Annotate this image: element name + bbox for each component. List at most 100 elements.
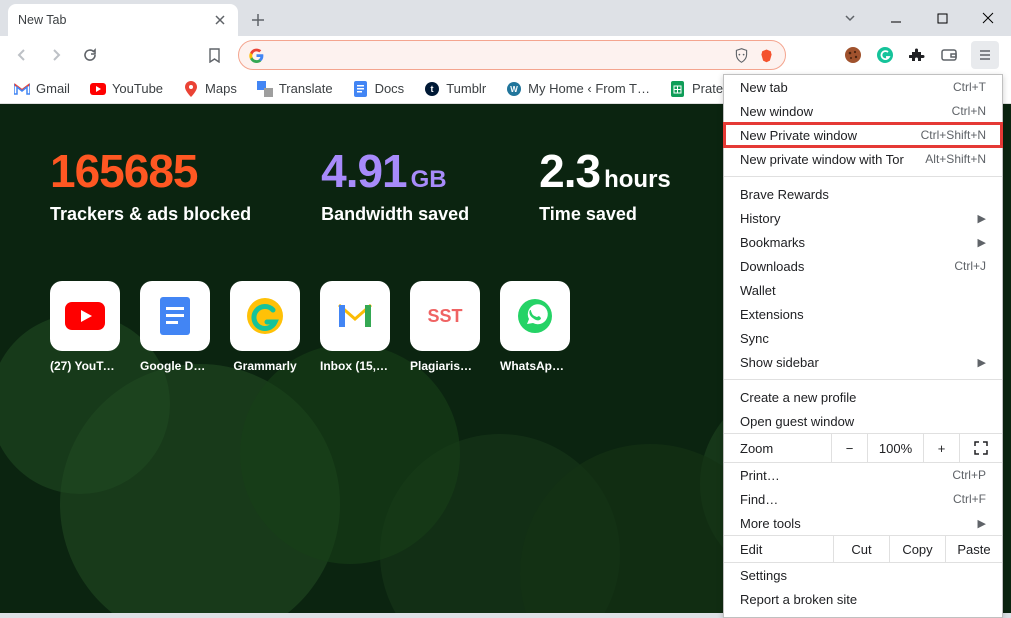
menu-sync[interactable]: Sync	[724, 326, 1002, 350]
menu-new-tor-window[interactable]: New private window with TorAlt+Shift+N	[724, 147, 1002, 171]
bookmark-tumblr[interactable]: tTumblr	[424, 81, 486, 97]
bookmark-wordpress[interactable]: W My Home ‹ From T…	[506, 81, 650, 97]
translate-icon	[257, 81, 273, 97]
stat-label: Time saved	[539, 204, 671, 225]
minimize-button[interactable]	[873, 0, 919, 36]
tile-label: Plagiarism …	[410, 359, 480, 373]
tile-label: WhatsApp …	[500, 359, 570, 373]
brave-shields-icon[interactable]	[733, 47, 750, 64]
url-input[interactable]	[272, 47, 725, 63]
zoom-out-button[interactable]: −	[832, 434, 868, 462]
grammarly-ext-icon[interactable]	[875, 45, 895, 65]
bookmark-label: YouTube	[112, 81, 163, 96]
bookmark-label: Translate	[279, 81, 333, 96]
stat-time: 2.3hours Time saved	[539, 144, 671, 225]
tab-search-caret-icon[interactable]	[827, 0, 873, 36]
cookie-ext-icon[interactable]	[843, 45, 863, 65]
svg-text:W: W	[510, 85, 518, 94]
browser-tab[interactable]: New Tab	[8, 4, 238, 36]
chevron-right-icon: ▶	[978, 212, 986, 225]
bookmark-label: Gmail	[36, 81, 70, 96]
topsite-inbox[interactable]: Inbox (15,666)	[320, 281, 390, 373]
menu-find[interactable]: Find…Ctrl+F	[724, 487, 1002, 511]
google-g-icon	[249, 48, 264, 63]
main-menu-button[interactable]	[971, 41, 999, 69]
main-menu: New tabCtrl+T New windowCtrl+N New Priva…	[723, 74, 1003, 618]
menu-downloads[interactable]: DownloadsCtrl+J	[724, 254, 1002, 278]
menu-edit-row: Edit Cut Copy Paste	[724, 535, 1002, 563]
brave-logo-icon[interactable]	[758, 47, 775, 64]
maximize-button[interactable]	[919, 0, 965, 36]
topsite-youtube[interactable]: (27) YouTube	[50, 281, 120, 373]
menu-bookmarks[interactable]: Bookmarks▶	[724, 230, 1002, 254]
tile-label: Inbox (15,666)	[320, 359, 390, 373]
close-tab-icon[interactable]	[212, 12, 228, 28]
bookmark-maps[interactable]: Maps	[183, 81, 237, 97]
chevron-right-icon: ▶	[978, 517, 986, 530]
tile-label: (27) YouTube	[50, 359, 120, 373]
cut-button[interactable]: Cut	[834, 536, 890, 562]
bookmark-page-icon[interactable]	[200, 41, 228, 69]
tab-title: New Tab	[18, 13, 66, 27]
stat-value: 4.91	[321, 145, 407, 197]
menu-new-window[interactable]: New windowCtrl+N	[724, 99, 1002, 123]
bookmark-translate[interactable]: Translate	[257, 81, 333, 97]
topsite-grammarly[interactable]: Grammarly	[230, 281, 300, 373]
chevron-right-icon: ▶	[978, 236, 986, 249]
fullscreen-button[interactable]	[960, 434, 1002, 462]
menu-separator	[724, 379, 1002, 380]
topsite-whatsapp[interactable]: WhatsApp …	[500, 281, 570, 373]
menu-new-private-window[interactable]: New Private windowCtrl+Shift+N	[724, 123, 1002, 147]
copy-button[interactable]: Copy	[890, 536, 946, 562]
stat-trackers: 165685 Trackers & ads blocked	[50, 144, 251, 225]
menu-history[interactable]: History▶	[724, 206, 1002, 230]
stat-label: Trackers & ads blocked	[50, 204, 251, 225]
forward-button[interactable]	[42, 41, 70, 69]
extensions-puzzle-icon[interactable]	[907, 45, 927, 65]
bookmark-docs[interactable]: Docs	[353, 81, 405, 97]
tumblr-icon: t	[424, 81, 440, 97]
zoom-label: Zoom	[724, 434, 832, 462]
wallet-icon[interactable]	[939, 45, 959, 65]
menu-new-tab[interactable]: New tabCtrl+T	[724, 75, 1002, 99]
tile-label: Grammarly	[230, 359, 300, 373]
menu-wallet[interactable]: Wallet	[724, 278, 1002, 302]
zoom-in-button[interactable]: +	[924, 434, 960, 462]
menu-extensions[interactable]: Extensions	[724, 302, 1002, 326]
toolbar	[0, 36, 1011, 74]
maps-icon	[183, 81, 199, 97]
menu-zoom-row: Zoom − 100% +	[724, 433, 1002, 463]
menu-brave-rewards[interactable]: Brave Rewards	[724, 182, 1002, 206]
menu-create-profile[interactable]: Create a new profile	[724, 385, 1002, 409]
stat-unit: GB	[411, 166, 447, 193]
chevron-right-icon: ▶	[978, 356, 986, 369]
extension-icons	[843, 41, 1003, 69]
zoom-value: 100%	[868, 434, 924, 462]
close-window-button[interactable]	[965, 0, 1011, 36]
menu-guest-window[interactable]: Open guest window	[724, 409, 1002, 433]
menu-separator	[724, 176, 1002, 177]
back-button[interactable]	[8, 41, 36, 69]
youtube-icon	[90, 81, 106, 97]
edit-label: Edit	[724, 536, 834, 562]
topsite-plagiarism[interactable]: SSTPlagiarism …	[410, 281, 480, 373]
menu-report-broken-site[interactable]: Report a broken site	[724, 587, 1002, 611]
bookmark-gmail[interactable]: Gmail	[14, 81, 70, 97]
menu-settings[interactable]: Settings	[724, 563, 1002, 587]
new-tab-button[interactable]	[244, 6, 272, 34]
titlebar: New Tab	[0, 0, 1011, 36]
menu-print[interactable]: Print…Ctrl+P	[724, 463, 1002, 487]
bookmark-youtube[interactable]: YouTube	[90, 81, 163, 97]
docs-icon	[353, 81, 369, 97]
menu-show-sidebar[interactable]: Show sidebar▶	[724, 350, 1002, 374]
stat-label: Bandwidth saved	[321, 204, 469, 225]
menu-more-tools[interactable]: More tools▶	[724, 511, 1002, 535]
topsite-docs[interactable]: Google Docs	[140, 281, 210, 373]
paste-button[interactable]: Paste	[946, 536, 1002, 562]
reload-button[interactable]	[76, 41, 104, 69]
bookmark-label: Maps	[205, 81, 237, 96]
stat-value: 2.3	[539, 145, 600, 197]
bookmark-label: My Home ‹ From T…	[528, 81, 650, 96]
address-bar[interactable]	[238, 40, 786, 70]
stat-bandwidth: 4.91GB Bandwidth saved	[321, 144, 469, 225]
